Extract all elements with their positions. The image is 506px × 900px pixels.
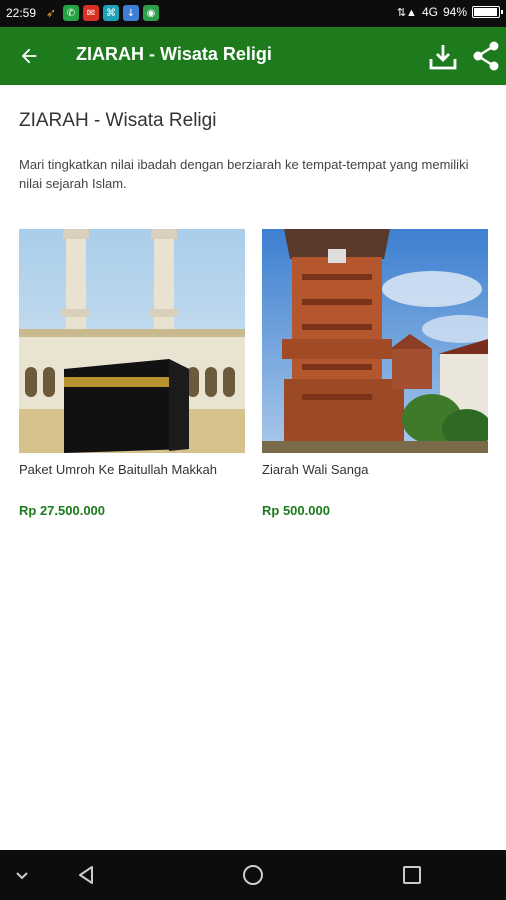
app-icon: ⌘ bbox=[103, 5, 119, 21]
product-name[interactable]: Ziarah Wali Sanga bbox=[262, 462, 488, 477]
notification-icons: ➶ ✆ ✉ ⌘ ↓ ◉ bbox=[43, 5, 159, 21]
download-icon[interactable] bbox=[427, 41, 459, 73]
product-price: Rp 500.000 bbox=[262, 503, 330, 518]
battery-percent: 94% bbox=[442, 5, 467, 19]
kaaba-photo[interactable] bbox=[19, 229, 245, 453]
arrow-left-icon[interactable] bbox=[14, 41, 44, 71]
gmail-icon: ✉ bbox=[83, 5, 99, 21]
recents-square-icon[interactable] bbox=[400, 863, 424, 887]
battery-icon bbox=[472, 6, 503, 18]
kudus-minaret-photo[interactable] bbox=[262, 229, 488, 453]
product-card[interactable]: Paket Umroh Ke Baitullah Makkah bbox=[19, 229, 245, 477]
home-circle-icon[interactable] bbox=[241, 863, 265, 887]
status-right: ⇅▲ 4G 94% bbox=[396, 5, 503, 19]
chevron-down-icon[interactable] bbox=[10, 863, 34, 887]
page-description: Mari tingkatkan nilai ibadah dengan berz… bbox=[19, 157, 469, 191]
product-price: Rp 27.500.000 bbox=[19, 503, 106, 518]
android-icon: ◉ bbox=[143, 5, 159, 21]
product-name[interactable]: Paket Umroh Ke Baitullah Makkah bbox=[19, 462, 245, 477]
whatsapp-icon: ✆ bbox=[63, 5, 79, 21]
page-title: ZIARAH - Wisata Religi bbox=[19, 110, 217, 131]
download-notification-icon: ↓ bbox=[123, 5, 139, 21]
app-title: ZIARAH - Wisata Religi bbox=[76, 44, 272, 64]
share-icon[interactable] bbox=[470, 40, 502, 72]
status-bar: 22:59 ➶ ✆ ✉ ⌘ ↓ ◉ ⇅▲ 4G 94% bbox=[0, 0, 506, 27]
bird-icon: ➶ bbox=[45, 6, 57, 20]
app-bar: ZIARAH - Wisata Religi bbox=[0, 27, 506, 85]
status-time: 22:59 bbox=[6, 6, 37, 20]
back-triangle-icon[interactable] bbox=[74, 863, 98, 887]
main-content: ZIARAH - Wisata Religi Mari tingkatkan n… bbox=[0, 85, 506, 850]
signal-icon: ⇅▲ bbox=[396, 6, 417, 19]
network-type: 4G bbox=[421, 5, 438, 19]
product-card[interactable]: Ziarah Wali Sanga bbox=[262, 229, 488, 477]
navigation-bar bbox=[0, 850, 506, 900]
